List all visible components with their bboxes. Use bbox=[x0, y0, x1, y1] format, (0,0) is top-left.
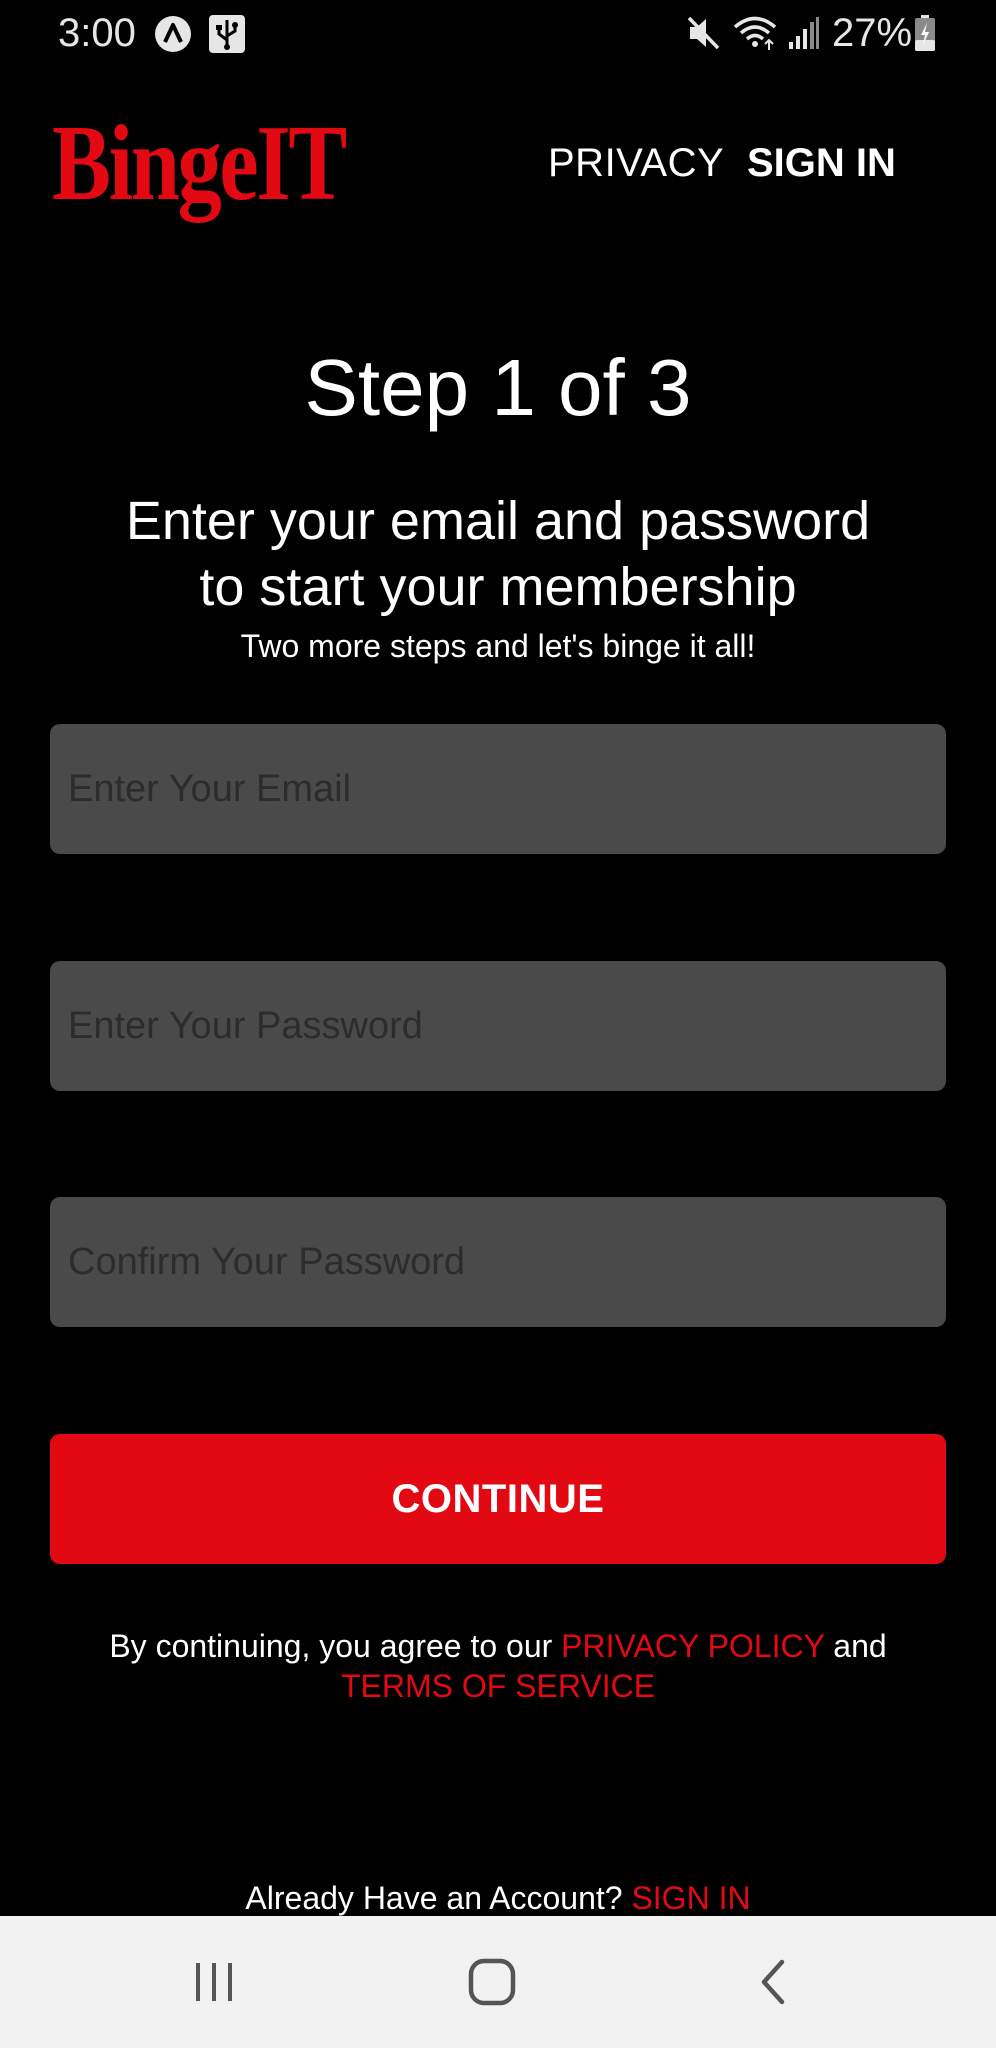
subline: Two more steps and let's binge it all! bbox=[240, 628, 756, 664]
status-time: 3:00 bbox=[58, 11, 136, 55]
headline-line-1: Enter your email and password bbox=[125, 491, 871, 551]
back-icon bbox=[761, 1959, 785, 2005]
password-input[interactable] bbox=[50, 961, 946, 1091]
confirm-password-input[interactable] bbox=[50, 1197, 946, 1327]
status-bar: 3:00 27% bbox=[0, 0, 996, 66]
system-nav-bar bbox=[0, 1916, 996, 2048]
app-a-icon bbox=[155, 16, 191, 52]
terms-of-service-link[interactable]: TERMS OF SERVICE bbox=[341, 1668, 655, 1704]
battery-icon bbox=[915, 15, 935, 51]
battery-percent: 27% bbox=[832, 11, 913, 55]
usb-icon bbox=[209, 15, 245, 53]
already-account-text: Already Have an Account? bbox=[245, 1880, 632, 1916]
recent-apps-button[interactable] bbox=[114, 1916, 314, 2048]
mute-icon bbox=[687, 16, 720, 50]
recent-apps-icon bbox=[196, 1963, 232, 2001]
continue-button[interactable]: CONTINUE bbox=[50, 1434, 946, 1564]
headline: Enter your email and password to start y… bbox=[0, 488, 996, 620]
privacy-policy-link[interactable]: PRIVACY POLICY bbox=[561, 1628, 824, 1664]
home-icon bbox=[468, 1958, 516, 2006]
step-title: Step 1 of 3 bbox=[304, 343, 692, 432]
legal-and: and bbox=[824, 1628, 887, 1664]
header-signin-link[interactable]: SIGN IN bbox=[747, 138, 896, 188]
privacy-link[interactable]: PRIVACY bbox=[548, 138, 724, 188]
bingeit-logo: BingeIT bbox=[52, 104, 347, 223]
already-account-row: Already Have an Account? SIGN IN bbox=[0, 1878, 996, 1918]
footer-signin-link[interactable]: SIGN IN bbox=[631, 1880, 750, 1916]
legal-line-2: TERMS OF SERVICE bbox=[0, 1666, 996, 1706]
email-input[interactable] bbox=[50, 724, 946, 854]
back-button[interactable] bbox=[672, 1916, 872, 2048]
legal-line-1: By continuing, you agree to our PRIVACY … bbox=[0, 1626, 996, 1666]
headline-line-2: to start your membership bbox=[199, 557, 797, 617]
legal-text: By continuing, you agree to our PRIVACY … bbox=[0, 1626, 996, 1706]
wifi-icon bbox=[733, 16, 777, 50]
legal-prefix: By continuing, you agree to our bbox=[109, 1628, 562, 1664]
signal-icon bbox=[789, 17, 819, 49]
home-button[interactable] bbox=[392, 1916, 592, 2048]
